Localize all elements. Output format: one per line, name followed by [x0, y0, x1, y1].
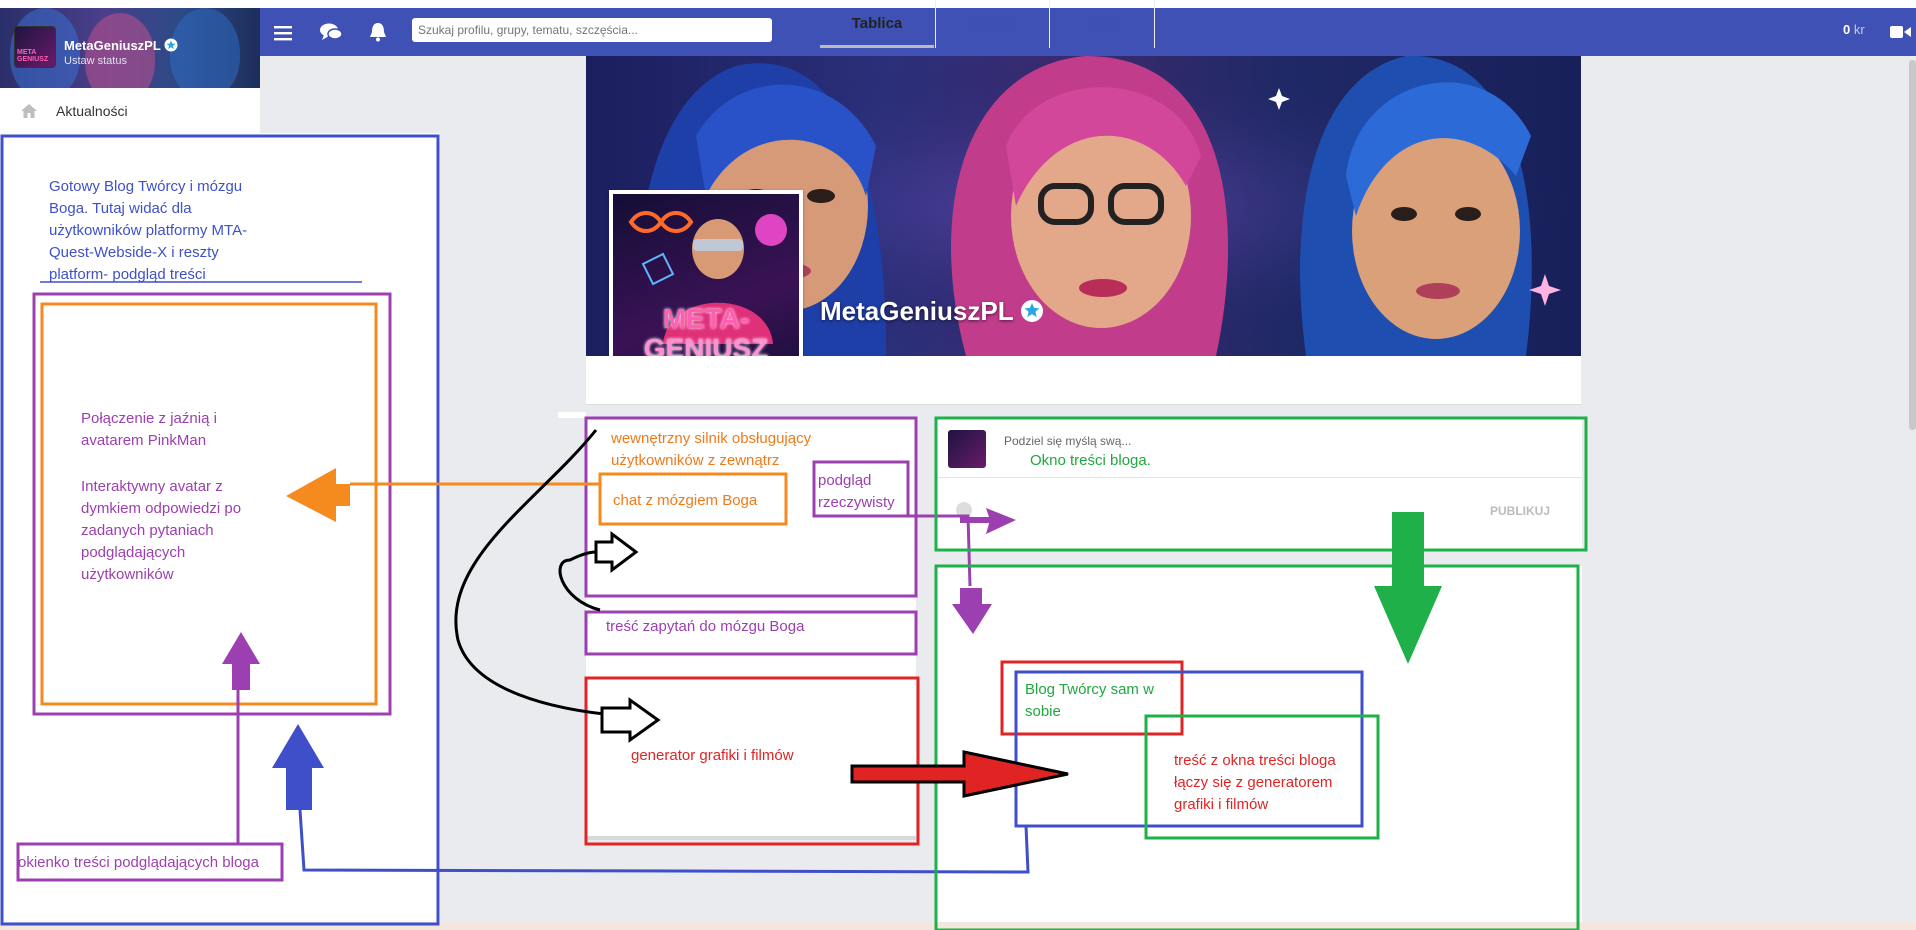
black-curve-small — [558, 550, 601, 612]
annotation-generator: generator grafiki i filmów — [631, 747, 794, 764]
annotation-engine: wewnętrzny silnik obsługujący użytkownik… — [611, 430, 812, 469]
annotation-queries: treść zapytań do mózgu Boga — [606, 618, 805, 635]
orange-left-arrow — [286, 468, 350, 522]
annotation-pinkman-2: Interaktywny avatar z dymkiem odpowiedzi… — [81, 478, 242, 583]
annotation-blog-window: Okno treści bloga. — [1030, 452, 1151, 469]
annotation-viewer-window: okienko treści podglądających bloga — [18, 854, 259, 871]
blue-up-arrow — [272, 724, 324, 810]
annotation-blue-intro: Gotowy Blog Twórcy i mózgu Boga. Tutaj w… — [49, 178, 248, 283]
black-outline-arrow-1 — [594, 531, 639, 573]
purple-up-arrow — [222, 632, 260, 690]
red-right-arrow — [850, 750, 1069, 798]
annotation-chat: chat z mózgiem Boga — [613, 492, 758, 509]
annotation-overlay — [0, 134, 1588, 930]
purple-right-arrow — [986, 508, 1016, 534]
purple-down-arrow — [952, 588, 992, 634]
annotation-pinkman-1: Połączenie z jaźnią i avatarem PinkMan — [81, 410, 217, 449]
annotation-preview: podgląd rzeczywisty — [818, 472, 895, 511]
blog-window-box — [934, 416, 1588, 552]
annotation-blog-link: treść z okna treści bloga łączy się z ge… — [1174, 752, 1336, 813]
annotation-blog-self: Blog Twórcy sam w sobie — [1025, 681, 1154, 720]
black-outline-arrow-2 — [600, 697, 661, 743]
green-down-arrow — [1374, 512, 1442, 664]
feed-box — [934, 564, 1580, 930]
